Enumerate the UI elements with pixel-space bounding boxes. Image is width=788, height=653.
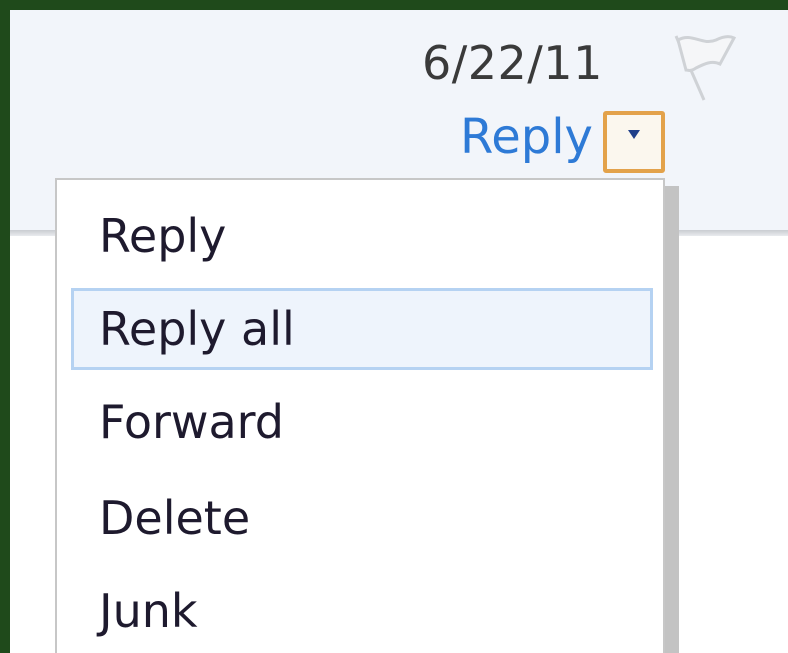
menu-item-reply[interactable]: Reply [71, 195, 653, 277]
message-date: 6/22/11 [422, 36, 603, 90]
menu-item-forward[interactable]: Forward [71, 381, 653, 463]
chevron-down-icon [628, 130, 640, 139]
window-border-top [0, 0, 788, 10]
flag-icon[interactable] [668, 30, 740, 102]
reply-button[interactable]: Reply [460, 113, 593, 161]
window-border-left [0, 0, 10, 653]
reply-options-menu: Reply Reply all Forward Delete Junk [55, 178, 665, 653]
menu-item-reply-all[interactable]: Reply all [71, 288, 653, 370]
menu-item-delete[interactable]: Delete [71, 477, 653, 559]
mail-window: 6/22/11 Reply Reply Reply all Forward De… [0, 0, 788, 653]
menu-item-junk[interactable]: Junk [71, 570, 653, 652]
reply-options-dropdown-button[interactable] [603, 111, 665, 173]
